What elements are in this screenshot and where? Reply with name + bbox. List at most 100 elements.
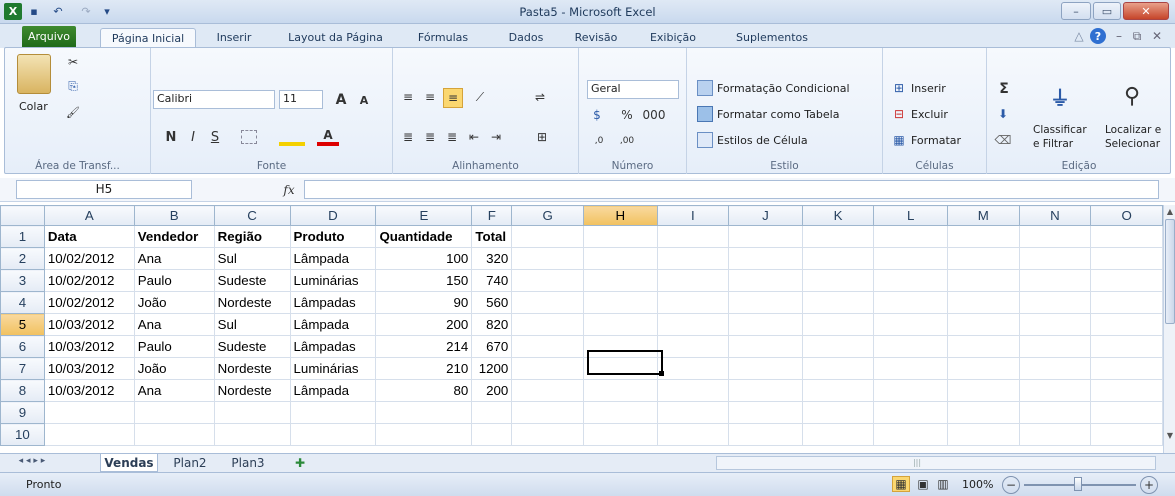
tab-page-layout[interactable]: Layout da Página	[278, 28, 393, 48]
column-header[interactable]: J	[728, 205, 803, 226]
cell[interactable]	[656, 335, 730, 358]
cell[interactable]	[1018, 357, 1092, 380]
cell[interactable]	[873, 313, 948, 336]
cell[interactable]	[511, 357, 584, 380]
sheet-tab-vendas[interactable]: Vendas	[100, 454, 158, 472]
insert-cells-icon[interactable]: ⊞	[891, 80, 907, 96]
cell[interactable]	[511, 313, 584, 336]
cell[interactable]	[656, 423, 730, 446]
tab-addins[interactable]: Suplementos	[722, 28, 822, 48]
tab-review[interactable]: Revisão	[568, 28, 624, 48]
cell[interactable]: 10/02/2012	[43, 291, 135, 314]
fill-handle[interactable]	[659, 371, 664, 376]
cell[interactable]: Lâmpada	[289, 247, 377, 270]
cell[interactable]	[511, 269, 584, 292]
cell[interactable]	[1090, 401, 1163, 424]
cell[interactable]	[946, 401, 1020, 424]
find-select-label-2[interactable]: Selecionar	[1105, 138, 1160, 150]
wrap-text-icon[interactable]: ⇌	[531, 88, 549, 106]
clear-icon[interactable]: ⌫	[995, 132, 1012, 148]
format-cells-icon[interactable]: ▦	[891, 132, 907, 148]
increase-decimal-button[interactable]: ,0	[587, 132, 611, 150]
cell[interactable]	[582, 225, 658, 248]
restore-workbook-icon[interactable]: ⧉	[1130, 28, 1144, 44]
cell[interactable]	[1018, 225, 1092, 248]
cell[interactable]	[1018, 401, 1092, 424]
cell[interactable]	[511, 379, 584, 402]
cell[interactable]	[728, 401, 803, 424]
find-select-label-1[interactable]: Localizar e	[1105, 124, 1161, 136]
fill-color-icon[interactable]	[279, 128, 305, 146]
column-header[interactable]: M	[946, 205, 1020, 226]
close-window-button[interactable]: ✕	[1123, 2, 1169, 20]
orientation-icon[interactable]: ⟋	[469, 88, 491, 106]
cell[interactable]	[656, 401, 730, 424]
cell[interactable]: Região	[213, 225, 291, 248]
cell[interactable]	[1090, 423, 1163, 446]
zoom-level[interactable]: 100%	[962, 478, 993, 491]
cell[interactable]: Ana	[133, 313, 215, 336]
sheet-tab-plan2[interactable]: Plan2	[164, 454, 216, 472]
cell[interactable]	[511, 335, 584, 358]
align-middle-icon[interactable]: ≡	[421, 88, 439, 106]
cell[interactable]	[582, 379, 658, 402]
horizontal-scroll-thumb[interactable]: |||	[897, 458, 937, 468]
cell[interactable]	[133, 401, 215, 424]
tab-file[interactable]: Arquivo	[22, 26, 76, 47]
cell[interactable]	[801, 423, 875, 446]
cell[interactable]: 200	[375, 313, 473, 336]
cell[interactable]	[656, 313, 730, 336]
cell[interactable]: Paulo	[133, 269, 215, 292]
cell[interactable]: Lâmpada	[289, 313, 377, 336]
row-header[interactable]: 3	[0, 269, 45, 292]
cell[interactable]: 90	[375, 291, 473, 314]
cell[interactable]	[728, 225, 803, 248]
cell[interactable]: 740	[471, 269, 513, 292]
cell[interactable]	[656, 379, 730, 402]
tab-view[interactable]: Exibição	[640, 28, 706, 48]
delete-cells-icon[interactable]: ⊟	[891, 106, 907, 122]
row-header[interactable]: 2	[0, 247, 45, 270]
column-header[interactable]: B	[133, 205, 215, 226]
cell[interactable]: 80	[375, 379, 473, 402]
cell[interactable]	[1018, 335, 1092, 358]
cell[interactable]	[375, 423, 473, 446]
percent-button[interactable]: %	[619, 106, 635, 124]
align-center-icon[interactable]: ≣	[421, 128, 439, 146]
conditional-format-button[interactable]: Formatação Condicional	[717, 82, 850, 95]
cell[interactable]	[213, 423, 291, 446]
row-header[interactable]: 9	[0, 401, 45, 424]
cell[interactable]	[1090, 291, 1163, 314]
cell[interactable]	[656, 225, 730, 248]
column-header[interactable]: O	[1090, 205, 1163, 226]
row-header[interactable]: 6	[0, 335, 45, 358]
cell[interactable]: Sul	[213, 313, 291, 336]
help-icon[interactable]: ?	[1090, 28, 1106, 44]
cell[interactable]	[1018, 291, 1092, 314]
column-header[interactable]: A	[43, 205, 135, 226]
cell[interactable]	[946, 357, 1020, 380]
cell[interactable]	[656, 357, 730, 380]
merge-center-icon[interactable]: ⊞	[531, 128, 553, 146]
row-header[interactable]: 7	[0, 357, 45, 380]
italic-button[interactable]: I	[185, 128, 201, 146]
sort-filter-label-1[interactable]: Classificar	[1033, 124, 1087, 136]
conditional-format-icon[interactable]	[697, 80, 713, 96]
cell[interactable]: 320	[471, 247, 513, 270]
format-table-button[interactable]: Formatar como Tabela	[717, 108, 839, 121]
cell[interactable]: 820	[471, 313, 513, 336]
cell[interactable]: 10/03/2012	[43, 335, 135, 358]
cell[interactable]: Ana	[133, 247, 215, 270]
cell[interactable]	[728, 379, 803, 402]
underline-button[interactable]: S	[207, 128, 223, 146]
insert-function-icon[interactable]: fx	[278, 180, 300, 199]
cell[interactable]	[656, 247, 730, 270]
cell[interactable]	[873, 225, 948, 248]
cell[interactable]	[511, 401, 584, 424]
cell[interactable]	[946, 247, 1020, 270]
cell[interactable]	[946, 225, 1020, 248]
row-header[interactable]: 1	[0, 225, 45, 248]
select-all-corner[interactable]	[0, 205, 45, 226]
cell[interactable]	[946, 379, 1020, 402]
cell[interactable]: Produto	[289, 225, 377, 248]
